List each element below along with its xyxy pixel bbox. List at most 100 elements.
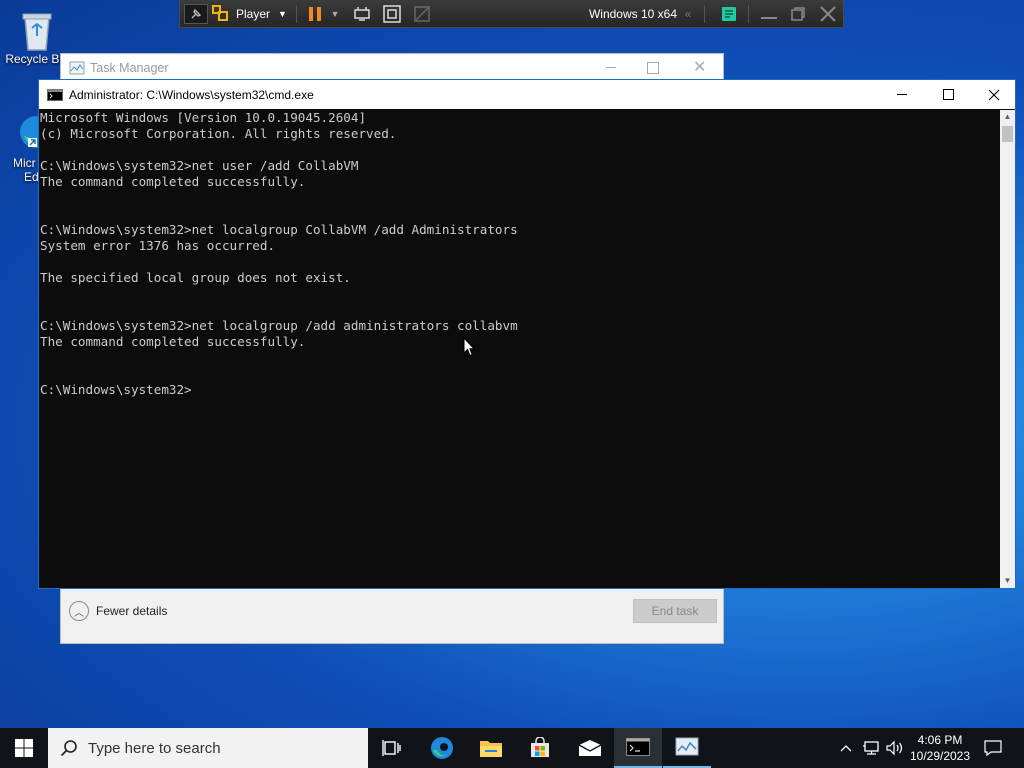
mail-icon [578, 740, 602, 756]
scrollbar-thumb[interactable] [1002, 126, 1013, 142]
taskbar-mail-button[interactable] [566, 728, 614, 768]
taskbar-search-box[interactable]: Type here to search [48, 728, 368, 768]
console-vertical-scrollbar[interactable]: ▲ ▼ [1000, 110, 1015, 588]
windows-logo-icon [15, 739, 33, 757]
taskbar-task-manager-button[interactable] [663, 728, 711, 768]
minimize-icon [761, 17, 777, 19]
scroll-down-arrow[interactable]: ▼ [1000, 574, 1015, 588]
end-task-label: End task [651, 604, 699, 618]
vm-name-label: Windows 10 x64 [588, 7, 678, 21]
cmd-icon [47, 88, 63, 101]
power-dropdown-button[interactable]: ▼ [328, 4, 342, 24]
folder-icon [480, 741, 502, 757]
task-manager-footer: ︿ Fewer details End task [61, 586, 723, 643]
task-manager-icon [675, 737, 699, 756]
vm-maximize-button[interactable] [786, 4, 810, 24]
clock-time: 4:06 PM [917, 733, 963, 747]
console-line: C:\Windows\system32>net localgroup /add … [40, 318, 518, 333]
fewer-details-label: Fewer details [96, 604, 168, 618]
console-line: The command completed successfully. [40, 174, 306, 189]
edge-icon [431, 737, 453, 759]
minimize-icon [606, 67, 616, 68]
end-task-button[interactable]: End task [633, 599, 717, 623]
close-icon [820, 6, 836, 22]
close-icon: ✕ [693, 59, 707, 76]
message-log-button[interactable] [718, 4, 740, 24]
vm-minimize-button[interactable] [756, 4, 782, 24]
cmd-titlebar[interactable]: Administrator: C:\Windows\system32\cmd.e… [39, 80, 1015, 109]
fewer-details-button[interactable]: ︿ Fewer details [69, 601, 167, 621]
console-line: (c) Microsoft Corporation. All rights re… [40, 126, 397, 141]
notes-icon [722, 7, 736, 21]
fullscreen-icon [383, 5, 401, 23]
tm-maximize-button[interactable] [647, 62, 659, 74]
player-menu-label: Player [236, 7, 271, 21]
scroll-up-arrow[interactable]: ▲ [1000, 110, 1015, 124]
desktop-icon-edge[interactable]: Micr Ed [0, 112, 52, 184]
pause-button[interactable] [304, 4, 326, 24]
send-ctrl-alt-del-button[interactable] [350, 4, 374, 24]
clock[interactable]: 4:06 PM 10/29/2023 [908, 728, 972, 768]
collapse-toolbar-button[interactable]: « [680, 4, 696, 24]
cmd-maximize-button[interactable] [925, 80, 971, 109]
taskbar-store-button[interactable] [516, 728, 564, 768]
start-button[interactable] [0, 728, 48, 768]
chevron-up-icon [840, 745, 852, 752]
taskbar-file-explorer-button[interactable] [467, 728, 515, 768]
cmd-minimize-button[interactable] [879, 80, 925, 109]
close-icon [988, 89, 1000, 100]
maximize-icon [942, 89, 954, 100]
cmd-window[interactable]: Administrator: C:\Windows\system32\cmd.e… [38, 79, 1016, 589]
vm-player-toolbar: Player ▼ ▼ Windows 10 x64 « [179, 0, 844, 28]
search-placeholder: Type here to search [88, 739, 221, 757]
console-line: Microsoft Windows [Version 10.0.19045.26… [40, 110, 367, 125]
taskbar: Type here to search 4:06 PM 10/29/2023 [0, 728, 1024, 768]
player-menu-button[interactable]: Player ▼ [212, 4, 292, 24]
network-icon [863, 741, 879, 755]
clock-date: 10/29/2023 [909, 749, 971, 763]
vmware-logo-icon [212, 5, 228, 21]
double-chevron-left-icon: « [684, 7, 692, 21]
console-line: The command completed successfully. [40, 334, 306, 349]
tm-close-button[interactable]: ✕ [693, 57, 706, 77]
task-manager-titlebar: Task Manager ✕ [61, 54, 723, 82]
pause-icon [309, 7, 321, 21]
taskbar-edge-button[interactable] [418, 728, 466, 768]
restore-icon [791, 7, 805, 21]
taskbar-cmd-button[interactable] [614, 728, 662, 768]
edge-label-line2: Ed [24, 170, 39, 184]
keyboard-icon [354, 7, 370, 21]
pin-icon [191, 8, 202, 19]
task-view-icon [382, 740, 401, 756]
console-line: C:\Windows\system32> [40, 382, 192, 397]
volume-button[interactable] [884, 728, 906, 768]
speaker-icon [886, 740, 903, 756]
console-line: C:\Windows\system32>net user /add Collab… [40, 158, 359, 173]
cmd-title: Administrator: C:\Windows\system32\cmd.e… [69, 87, 314, 102]
task-manager-icon [69, 61, 85, 75]
task-view-button[interactable] [368, 728, 416, 768]
vm-close-button[interactable] [816, 4, 840, 24]
pin-button[interactable] [184, 4, 208, 24]
cmd-icon [626, 738, 650, 756]
mouse-cursor-icon [463, 337, 475, 357]
unity-button[interactable] [410, 4, 434, 24]
tm-minimize-button[interactable] [601, 58, 621, 78]
cmd-close-button[interactable] [971, 80, 1017, 109]
vm-name: Windows 10 x64 [588, 4, 678, 24]
console-output[interactable]: Microsoft Windows [Version 10.0.19045.26… [39, 110, 1001, 588]
fullscreen-button[interactable] [380, 4, 404, 24]
network-button[interactable] [860, 728, 882, 768]
notification-icon [984, 740, 1002, 756]
notifications-button[interactable] [978, 728, 1008, 768]
show-hidden-icons-button[interactable] [836, 728, 856, 768]
search-icon [60, 740, 77, 757]
recycle-bin-icon [17, 8, 57, 51]
